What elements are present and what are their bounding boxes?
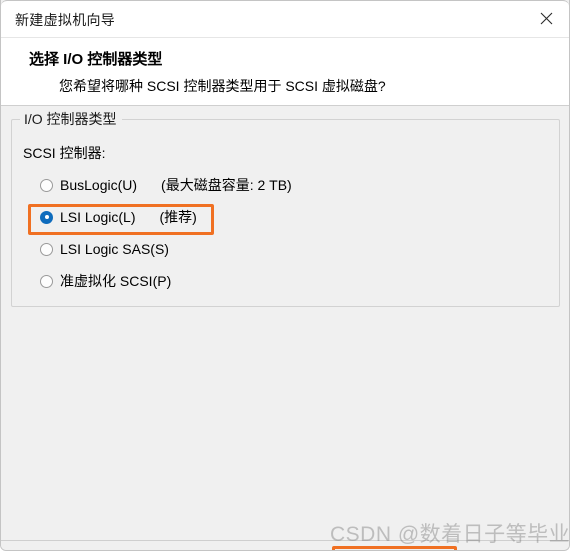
window-title: 新建虚拟机向导 bbox=[15, 12, 116, 28]
radio-option-lsi-logic-sas[interactable]: LSI Logic SAS(S) bbox=[40, 238, 169, 260]
close-icon bbox=[540, 12, 553, 25]
radio-note: (最大磁盘容量: 2 TB) bbox=[161, 177, 292, 193]
io-controller-type-group: I/O 控制器类型 SCSI 控制器: BusLogic(U) (最大磁盘容量:… bbox=[11, 109, 560, 307]
page-subtitle: 您希望将哪种 SCSI 控制器类型用于 SCSI 虚拟磁盘? bbox=[59, 78, 386, 94]
close-button[interactable] bbox=[523, 1, 569, 36]
title-bar: 新建虚拟机向导 bbox=[1, 0, 569, 38]
wizard-header: 选择 I/O 控制器类型 您希望将哪种 SCSI 控制器类型用于 SCSI 虚拟… bbox=[1, 38, 569, 106]
radio-option-buslogic[interactable]: BusLogic(U) (最大磁盘容量: 2 TB) bbox=[40, 174, 292, 196]
new-vm-wizard-dialog: 新建虚拟机向导 选择 I/O 控制器类型 您希望将哪种 SCSI 控制器类型用于… bbox=[0, 0, 570, 551]
radio-indicator bbox=[40, 178, 53, 192]
highlight-box-next-button bbox=[332, 546, 457, 550]
radio-note: (推荐) bbox=[159, 209, 197, 225]
group-legend: I/O 控制器类型 bbox=[20, 109, 122, 129]
radio-indicator bbox=[40, 242, 53, 256]
dialog-body: I/O 控制器类型 SCSI 控制器: BusLogic(U) (最大磁盘容量:… bbox=[1, 106, 569, 540]
radio-label: BusLogic(U) bbox=[60, 177, 138, 193]
radio-indicator bbox=[40, 210, 53, 224]
dialog-footer: 帮助 < 上一步(B) 下一步(N) 取消 bbox=[1, 540, 569, 550]
page-title: 选择 I/O 控制器类型 bbox=[29, 51, 163, 68]
radio-label: 准虚拟化 SCSI(P) bbox=[60, 273, 172, 289]
radio-label: LSI Logic SAS(S) bbox=[60, 241, 169, 257]
scsi-controller-label: SCSI 控制器: bbox=[23, 145, 106, 161]
radio-indicator bbox=[40, 274, 53, 288]
radio-label: LSI Logic(L) bbox=[60, 209, 136, 225]
radio-option-lsi-logic[interactable]: LSI Logic(L) (推荐) bbox=[40, 206, 197, 228]
radio-option-paravirtual-scsi[interactable]: 准虚拟化 SCSI(P) bbox=[40, 270, 171, 292]
